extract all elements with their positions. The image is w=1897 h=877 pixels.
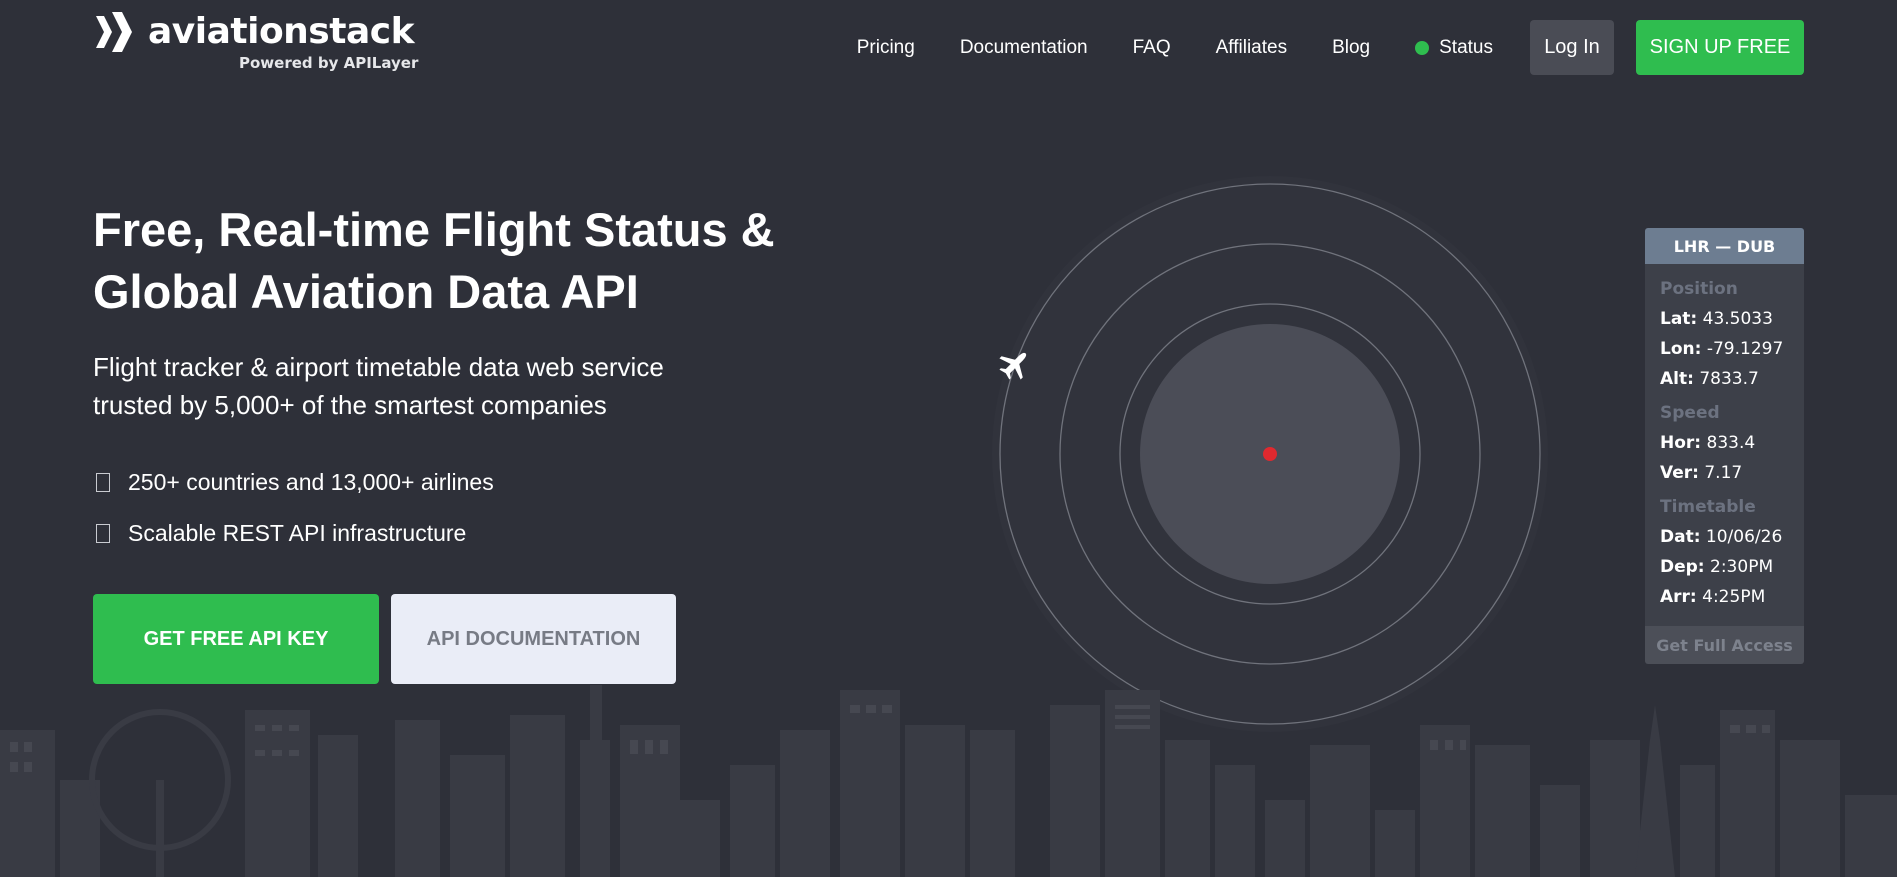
latitude-row: Lat: 43.5033 — [1660, 309, 1773, 329]
hero-subtitle-line-2: trusted by 5,000+ of the smartest compan… — [93, 390, 607, 420]
status-dot-icon — [1415, 40, 1430, 55]
api-documentation-button[interactable]: API DOCUMENTATION — [391, 594, 676, 684]
brand-tagline: Powered by APILayer — [239, 54, 419, 72]
radar-illustration — [992, 176, 1548, 732]
nav-link-faq[interactable]: FAQ — [1133, 38, 1171, 57]
feature-item: 250+ countries and 13,000+ airlines — [96, 457, 494, 508]
arrival-row: Arr: 4:25PM — [1660, 587, 1766, 607]
brand-logo[interactable]: aviationstack Powered by APILayer — [94, 10, 418, 72]
nav-link-blog[interactable]: Blog — [1332, 38, 1370, 57]
position-heading: Position — [1660, 279, 1738, 299]
departure-row: Dep: 2:30PM — [1660, 557, 1774, 577]
main-nav: Pricing Documentation FAQ Affiliates Blo… — [857, 20, 1804, 75]
city-skyline-illustration — [0, 685, 1897, 877]
radar-target-dot — [1263, 447, 1277, 461]
speed-heading: Speed — [1660, 403, 1720, 423]
nav-link-status[interactable]: Status — [1415, 38, 1493, 57]
hero-subtitle: Flight tracker & airport timetable data … — [93, 348, 733, 424]
nav-link-pricing[interactable]: Pricing — [857, 38, 915, 57]
hero-title-line-1: Free, Real-time Flight Status & — [93, 203, 775, 256]
login-button[interactable]: Log In — [1530, 20, 1614, 75]
flight-card-body: Position Lat: 43.5033 Lon: -79.1297 Alt:… — [1645, 264, 1804, 626]
hero-subtitle-line-1: Flight tracker & airport timetable data … — [93, 352, 664, 382]
chevron-double-logo-icon — [96, 12, 132, 52]
hero-title: Free, Real-time Flight Status & Global A… — [93, 199, 853, 323]
checkbox-icon — [96, 473, 110, 492]
signup-button[interactable]: SIGN UP FREE — [1636, 20, 1804, 75]
feature-label: Scalable REST API infrastructure — [128, 520, 467, 546]
nav-link-affiliates[interactable]: Affiliates — [1216, 38, 1287, 57]
timetable-heading: Timetable — [1660, 497, 1756, 517]
get-full-access-button[interactable]: Get Full Access — [1645, 626, 1804, 664]
longitude-row: Lon: -79.1297 — [1660, 339, 1784, 359]
hero-title-line-2: Global Aviation Data API — [93, 265, 639, 318]
date-row: Dat: 10/06/26 — [1660, 527, 1783, 547]
nav-link-documentation[interactable]: Documentation — [960, 38, 1088, 57]
brand-name: aviationstack — [148, 11, 415, 52]
checkbox-icon — [96, 524, 110, 543]
flight-info-card: LHR — DUB Position Lat: 43.5033 Lon: -79… — [1645, 228, 1804, 664]
nav-status-label: Status — [1439, 37, 1493, 58]
flight-route: LHR — DUB — [1645, 228, 1804, 264]
altitude-row: Alt: 7833.7 — [1660, 369, 1759, 389]
feature-item: Scalable REST API infrastructure — [96, 508, 494, 559]
horizontal-speed-row: Hor: 833.4 — [1660, 433, 1756, 453]
feature-label: 250+ countries and 13,000+ airlines — [128, 469, 494, 495]
vertical-speed-row: Ver: 7.17 — [1660, 463, 1743, 483]
get-free-api-key-button[interactable]: GET FREE API KEY — [93, 594, 379, 684]
feature-list: 250+ countries and 13,000+ airlines Scal… — [96, 457, 494, 559]
